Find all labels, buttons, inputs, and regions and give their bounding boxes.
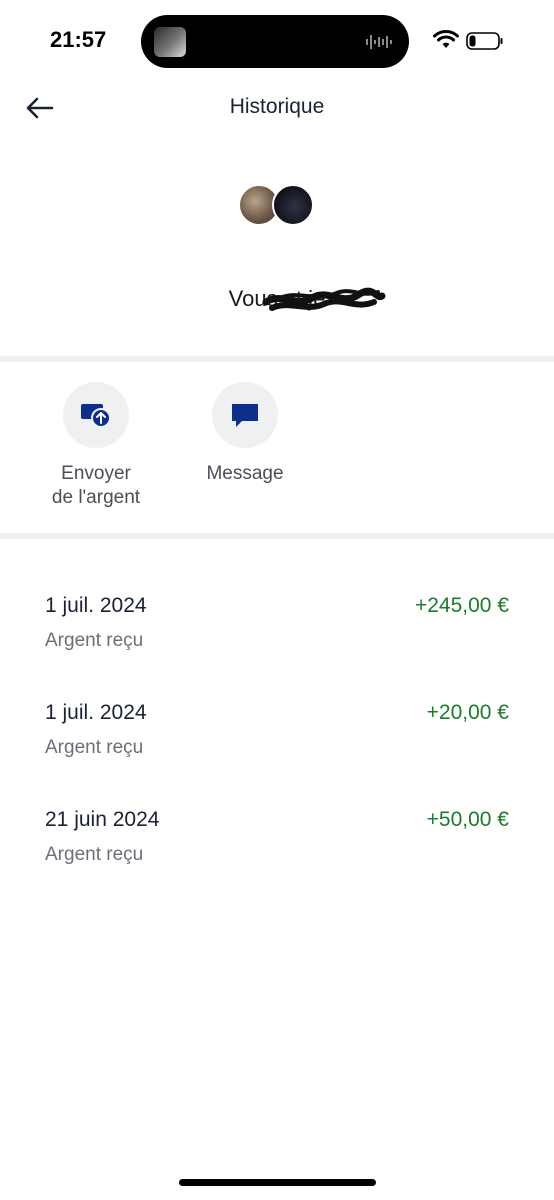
transaction-date: 1 juil. 2024 <box>45 594 147 617</box>
message-label: Message <box>206 463 284 484</box>
transaction-row[interactable]: 21 juin 2024 Argent reçu +50,00 € <box>0 804 554 911</box>
page-title: Historique <box>229 95 325 118</box>
transaction-row[interactable]: 1 juil. 2024 Argent reçu +20,00 € <box>0 697 554 804</box>
transaction-amount: +245,00 € <box>414 594 509 617</box>
transaction-type: Argent reçu <box>45 630 144 651</box>
transaction-date: 1 juil. 2024 <box>45 701 147 724</box>
home-indicator[interactable] <box>179 1179 376 1186</box>
media-thumbnail <box>154 27 186 57</box>
battery-icon <box>466 32 503 50</box>
section-divider <box>0 356 554 362</box>
wifi-icon <box>433 30 459 48</box>
avatar <box>272 184 314 226</box>
audio-wave-icon <box>366 35 392 49</box>
screen: 21:57 Historique Vous et je Envoyer de l… <box>0 0 554 1200</box>
header: Historique <box>0 80 554 136</box>
message-button[interactable]: Message <box>185 382 305 486</box>
redaction-scribble <box>262 287 386 311</box>
section-divider <box>0 533 554 539</box>
transaction-row[interactable]: 1 juil. 2024 Argent reçu +245,00 € <box>0 590 554 697</box>
send-money-label: Envoyer de l'argent <box>51 463 141 508</box>
transaction-amount: +50,00 € <box>426 808 509 831</box>
transaction-amount: +20,00 € <box>426 701 509 724</box>
dynamic-island <box>141 15 409 68</box>
send-money-icon <box>81 404 111 428</box>
message-circle <box>212 382 278 448</box>
status-bar: 21:57 <box>0 0 554 80</box>
transaction-list: 1 juil. 2024 Argent reçu +245,00 € 1 jui… <box>0 590 554 911</box>
transaction-type: Argent reçu <box>45 737 144 758</box>
send-money-circle <box>63 382 129 448</box>
transaction-type: Argent reçu <box>45 844 144 865</box>
status-time: 21:57 <box>50 27 107 52</box>
transaction-date: 21 juin 2024 <box>45 808 160 831</box>
chat-bubble-icon <box>232 404 258 427</box>
send-money-button[interactable]: Envoyer de l'argent <box>36 382 156 510</box>
contact-avatars <box>238 184 318 228</box>
